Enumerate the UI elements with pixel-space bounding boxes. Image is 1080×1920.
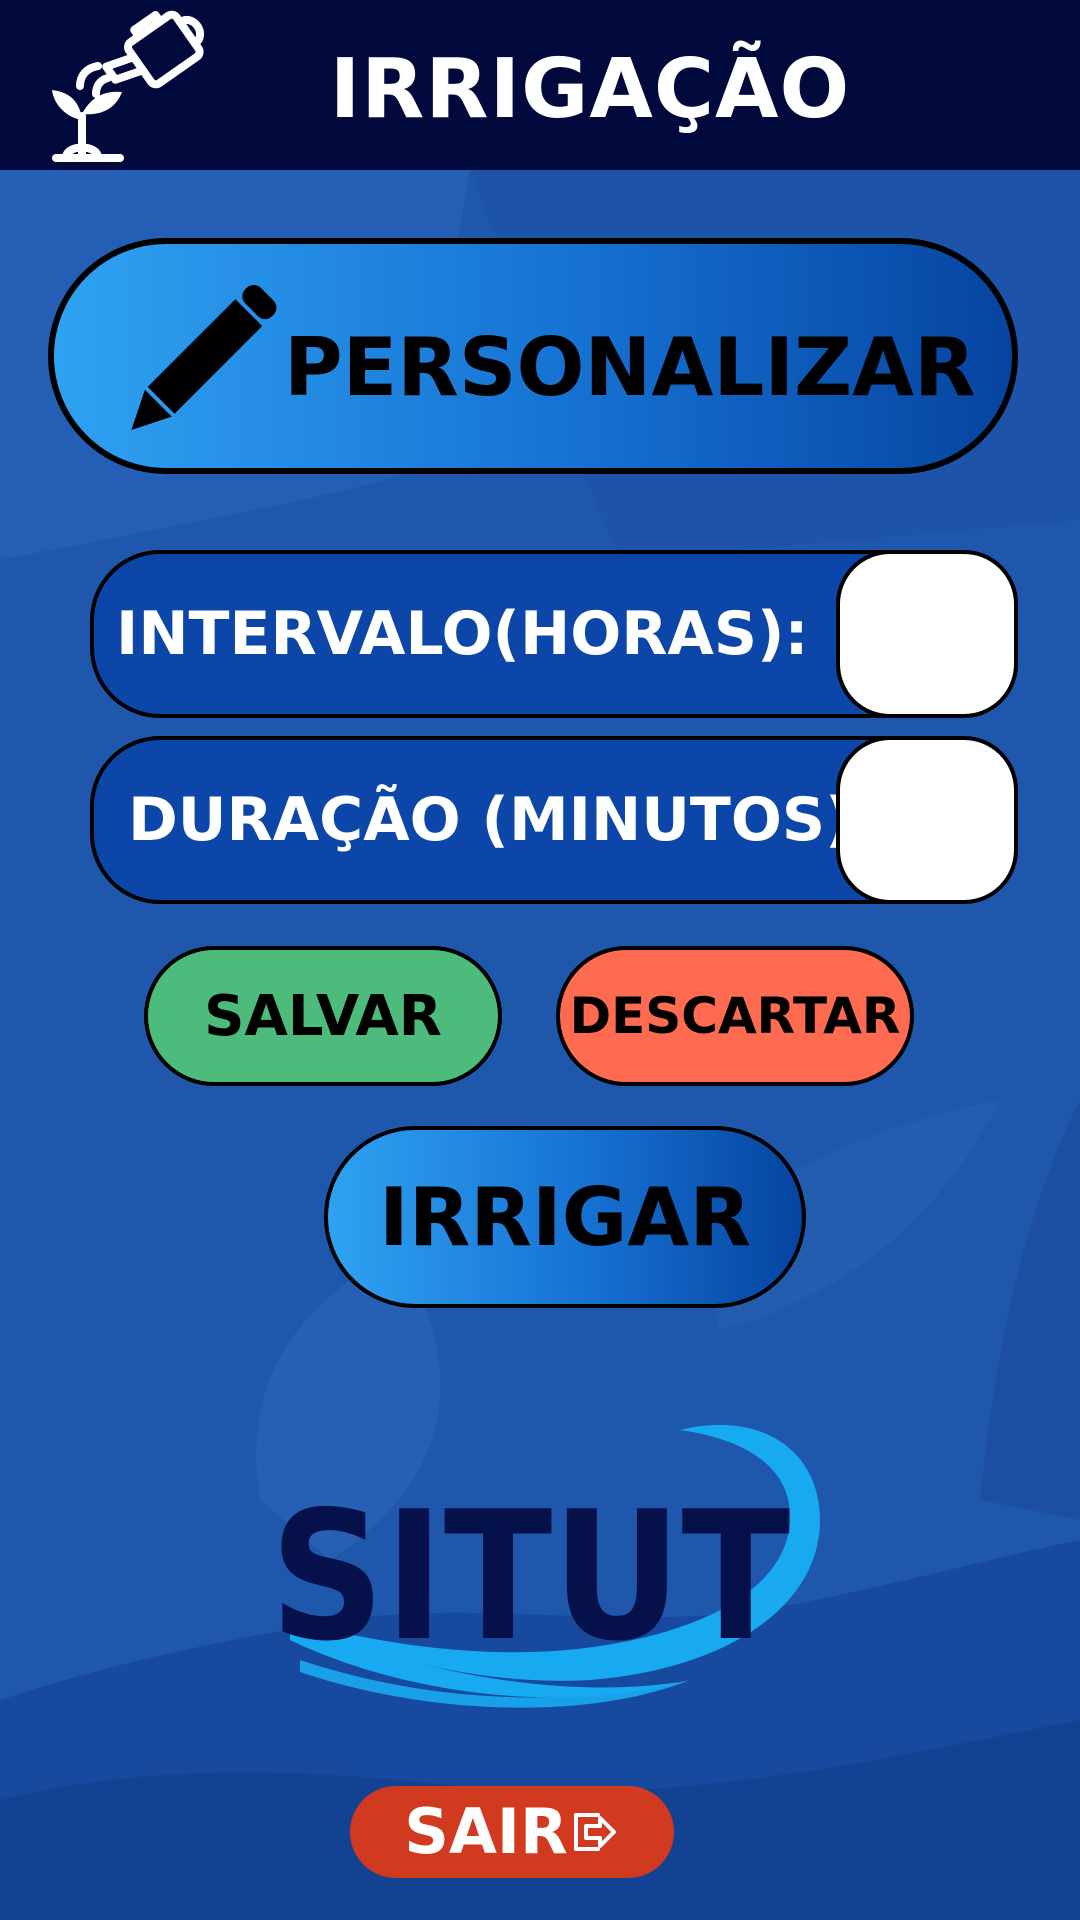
interval-label: INTERVALO(HORAS): [116, 599, 809, 669]
duration-input[interactable] [836, 736, 1018, 904]
interval-field-row: INTERVALO(HORAS): [90, 550, 1018, 718]
duration-field-row: DURAÇÃO (MINUTOS): [90, 736, 1018, 904]
exit-button[interactable]: SAIR [350, 1786, 674, 1878]
irrigate-button[interactable]: IRRIGAR [324, 1126, 806, 1308]
page-title: IRRIGAÇÃO [329, 42, 851, 137]
app-header: IRRIGAÇÃO [0, 0, 1080, 170]
pencil-icon [131, 284, 277, 431]
exit-label: SAIR [404, 1795, 568, 1868]
logo-text: SITUT [270, 1473, 790, 1680]
customize-label: PERSONALIZAR [284, 321, 976, 414]
irrigate-label: IRRIGAR [379, 1170, 751, 1264]
interval-input[interactable] [836, 550, 1018, 718]
situt-logo: SITUT [270, 1424, 820, 1708]
duration-label: DURAÇÃO (MINUTOS): [128, 785, 877, 855]
logout-icon [573, 1813, 616, 1851]
discard-button[interactable]: DESCARTAR [556, 946, 914, 1086]
customize-button[interactable]: PERSONALIZAR [48, 238, 1018, 474]
save-button[interactable]: SALVAR [144, 946, 502, 1086]
